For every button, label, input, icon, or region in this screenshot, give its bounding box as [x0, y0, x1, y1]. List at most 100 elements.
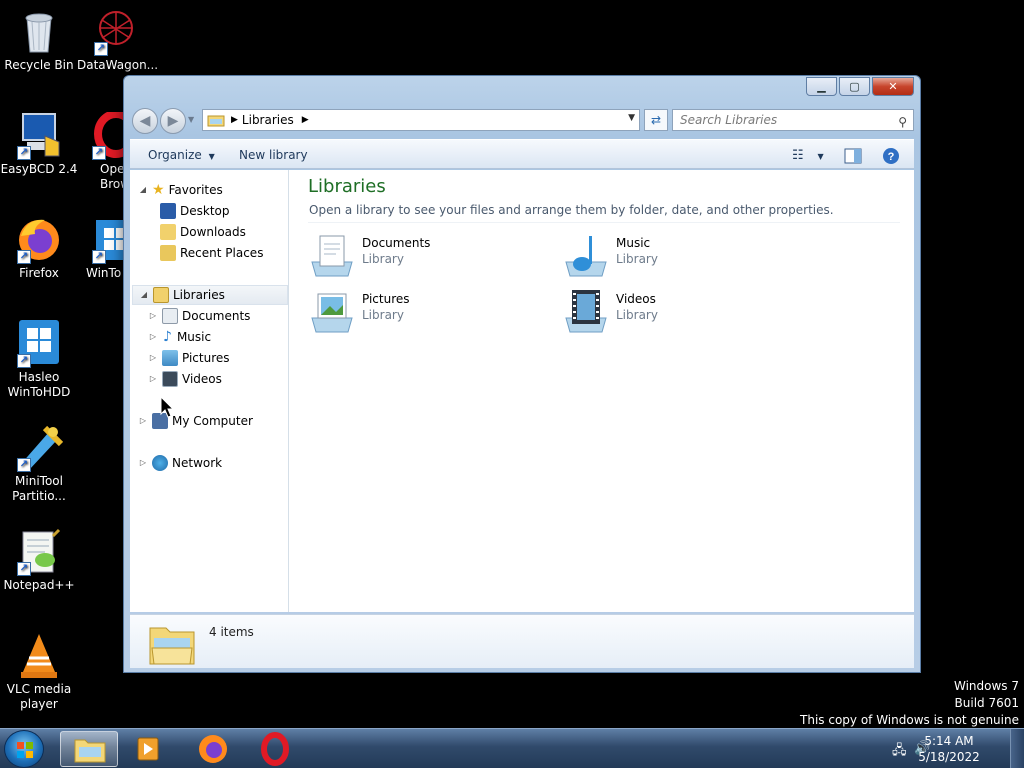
- search-placeholder: Search Libraries: [680, 113, 778, 127]
- library-pictures[interactable]: Pictures Library: [308, 288, 538, 338]
- preview-pane-icon: [844, 148, 862, 163]
- expand-triangle-icon[interactable]: ◢: [138, 180, 148, 200]
- desktop-icon-notepadpp[interactable]: ↗ Notepad++: [0, 528, 78, 593]
- new-library-button[interactable]: New library: [239, 140, 308, 170]
- breadcrumb-chevron-icon[interactable]: ▶: [302, 115, 309, 125]
- refresh-button[interactable]: ⇄: [644, 109, 668, 131]
- maximize-button[interactable]: ▢: [839, 77, 870, 96]
- nav-pictures[interactable]: ▷ Pictures: [148, 348, 230, 368]
- library-type: Library: [616, 308, 658, 322]
- library-type: Library: [616, 252, 658, 266]
- nav-libraries-label: Libraries: [173, 288, 225, 302]
- shortcut-arrow-icon: ↗: [17, 458, 31, 472]
- pictures-library-icon: [308, 288, 356, 336]
- nav-my-computer[interactable]: ▷ My Computer: [138, 411, 253, 431]
- collapse-triangle-icon[interactable]: ▷: [138, 453, 148, 473]
- collapse-triangle-icon[interactable]: ▷: [148, 327, 158, 347]
- desktop-icon: [160, 203, 176, 219]
- explorer-window[interactable]: ▁ ▢ ✕ ◀ ▶ ▼ ▶ Libraries ▶ ▼ ⇄ Search Lib…: [123, 75, 921, 673]
- view-icon: ☷: [792, 148, 804, 163]
- desktop-icon-vlc[interactable]: VLC media player: [0, 632, 78, 712]
- pictures-icon: [162, 350, 178, 366]
- shortcut-arrow-icon: ↗: [92, 146, 106, 160]
- libraries-icon: [153, 287, 169, 303]
- desktop-icon-wintohdd[interactable]: ↗ Hasleo WinToHDD: [0, 320, 78, 400]
- network-tray-icon[interactable]: 🖧: [892, 741, 907, 763]
- content-pane: Libraries Open a library to see your fil…: [290, 170, 914, 612]
- library-music[interactable]: Music Library: [562, 232, 792, 282]
- nav-videos[interactable]: ▷ Videos: [148, 369, 222, 389]
- nav-recent-places[interactable]: Recent Places: [156, 243, 263, 263]
- expand-triangle-icon[interactable]: ◢: [139, 285, 149, 305]
- shortcut-arrow-icon: ↗: [17, 354, 31, 368]
- show-desktop-button[interactable]: [1010, 729, 1024, 768]
- nav-desktop[interactable]: Desktop: [156, 201, 230, 221]
- address-bar[interactable]: ▶ Libraries ▶ ▼: [202, 109, 640, 131]
- desktop-icon-label: MiniTool Partitio...: [12, 474, 66, 503]
- chevron-down-icon: ▼: [817, 152, 824, 161]
- library-videos[interactable]: Videos Library: [562, 288, 792, 338]
- close-button[interactable]: ✕: [872, 77, 914, 96]
- windows-logo-icon: [17, 742, 33, 758]
- preview-pane-button[interactable]: [844, 140, 862, 170]
- library-name: Music: [616, 236, 651, 250]
- shortcut-arrow-icon: ↗: [17, 562, 31, 576]
- shortcut-arrow-icon: ↗: [17, 250, 31, 264]
- collapse-triangle-icon[interactable]: ▷: [138, 411, 148, 431]
- caption-buttons: ▁ ▢ ✕: [804, 77, 914, 96]
- organize-button[interactable]: Organize ▼: [148, 140, 215, 170]
- clock[interactable]: 5:14 AM 5/18/2022: [914, 733, 984, 765]
- library-documents[interactable]: Documents Library: [308, 232, 538, 282]
- clock-time: 5:14 AM: [924, 734, 974, 748]
- command-bar: Organize ▼ New library ☷ ▼ ?: [130, 139, 914, 169]
- nav-libraries[interactable]: ◢ Libraries: [132, 285, 288, 305]
- desktop-icon-datawagon[interactable]: ↗ DataWagon...: [77, 8, 159, 73]
- nav-documents[interactable]: ▷ Documents: [148, 306, 250, 326]
- taskbar-firefox[interactable]: [184, 731, 242, 767]
- help-icon: ?: [883, 147, 899, 164]
- libraries-folder-icon: [207, 115, 225, 127]
- help-button[interactable]: ?: [882, 140, 900, 170]
- desktop-icon-recycle-bin[interactable]: Recycle Bin: [0, 8, 78, 73]
- desktop-icon-label: DataWagon...: [77, 58, 159, 72]
- recent-places-icon: [160, 245, 176, 261]
- desktop-icon-minitool[interactable]: ↗ MiniTool Partitio...: [0, 424, 78, 504]
- breadcrumb-libraries[interactable]: Libraries: [242, 113, 294, 127]
- search-icon[interactable]: ⚲: [898, 112, 907, 132]
- desktop-icon-easybcd[interactable]: ↗ EasyBCD 2.4: [0, 112, 78, 177]
- search-input[interactable]: Search Libraries ⚲: [672, 109, 914, 131]
- start-button[interactable]: [4, 730, 44, 768]
- address-dropdown-icon[interactable]: ▼: [628, 113, 635, 123]
- taskbar-explorer[interactable]: [60, 731, 118, 767]
- forward-button[interactable]: ▶: [160, 108, 186, 134]
- breadcrumb-chevron-icon[interactable]: ▶: [231, 115, 238, 125]
- divider: [308, 222, 900, 223]
- collapse-triangle-icon[interactable]: ▷: [148, 369, 158, 389]
- firefox-icon: ↗: [15, 216, 63, 264]
- details-pane: 4 items: [130, 614, 914, 668]
- svg-text:?: ?: [888, 151, 895, 163]
- desktop-icon-label: Hasleo WinToHDD: [7, 370, 71, 399]
- nav-favorites[interactable]: ◢ ★ Favorites: [138, 180, 223, 200]
- star-icon: ★: [152, 182, 165, 198]
- change-view-button[interactable]: ☷ ▼: [792, 140, 824, 170]
- clock-date: 5/18/2022: [918, 750, 980, 764]
- desktop-icon-firefox[interactable]: ↗ Firefox: [0, 216, 78, 281]
- back-button[interactable]: ◀: [132, 108, 158, 134]
- minimize-button[interactable]: ▁: [806, 77, 837, 96]
- watermark-line: Build 7601: [954, 696, 1019, 710]
- collapse-triangle-icon[interactable]: ▷: [148, 306, 158, 326]
- nav-music[interactable]: ▷ ♪ Music: [148, 327, 211, 347]
- nav-network-label: Network: [172, 456, 223, 470]
- taskbar-opera[interactable]: [246, 731, 304, 767]
- collapse-triangle-icon[interactable]: ▷: [148, 348, 158, 368]
- desktop-icon-label: EasyBCD 2.4: [0, 162, 78, 176]
- nav-downloads[interactable]: Downloads: [156, 222, 246, 242]
- windows-watermark: Windows 7 Build 7601 This copy of Window…: [800, 678, 1019, 729]
- music-icon: ♪: [163, 329, 172, 345]
- videos-library-icon: [562, 288, 610, 336]
- library-name: Videos: [616, 292, 656, 306]
- recent-pages-dropdown-icon[interactable]: ▼: [188, 115, 194, 124]
- taskbar-media-player[interactable]: [120, 731, 178, 767]
- nav-network[interactable]: ▷ Network: [138, 453, 222, 473]
